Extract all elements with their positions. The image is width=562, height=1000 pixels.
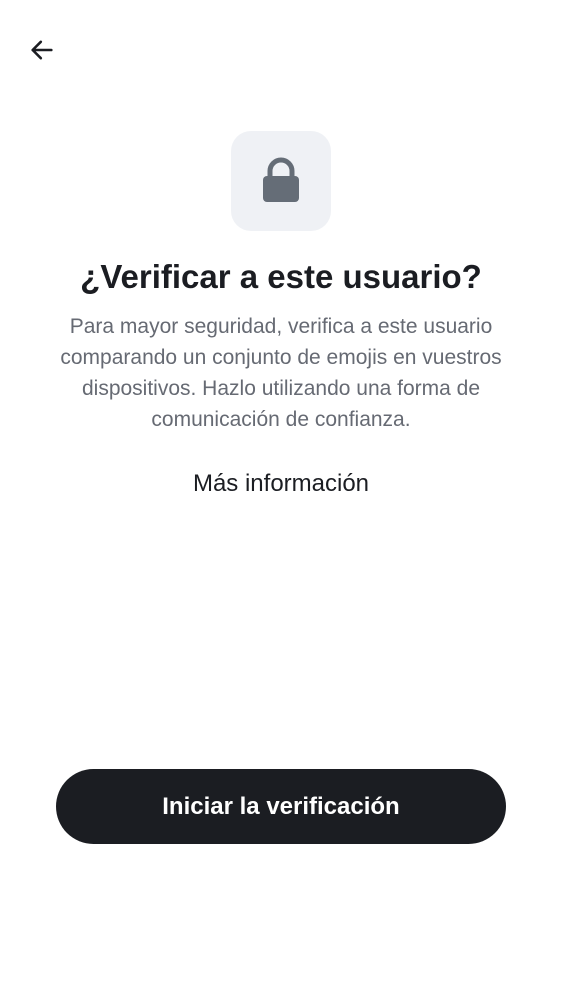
lock-icon	[263, 157, 299, 202]
arrow-left-icon	[31, 40, 53, 60]
description-text: Para mayor seguridad, verifica a este us…	[60, 315, 502, 431]
lock-icon-tile	[231, 131, 331, 231]
learn-more-link[interactable]: Más información	[0, 466, 562, 502]
back-button[interactable]	[22, 30, 62, 70]
page-title: ¿Verificar a este usuario?	[80, 258, 482, 295]
start-verification-button[interactable]: Iniciar la verificación	[56, 769, 506, 844]
